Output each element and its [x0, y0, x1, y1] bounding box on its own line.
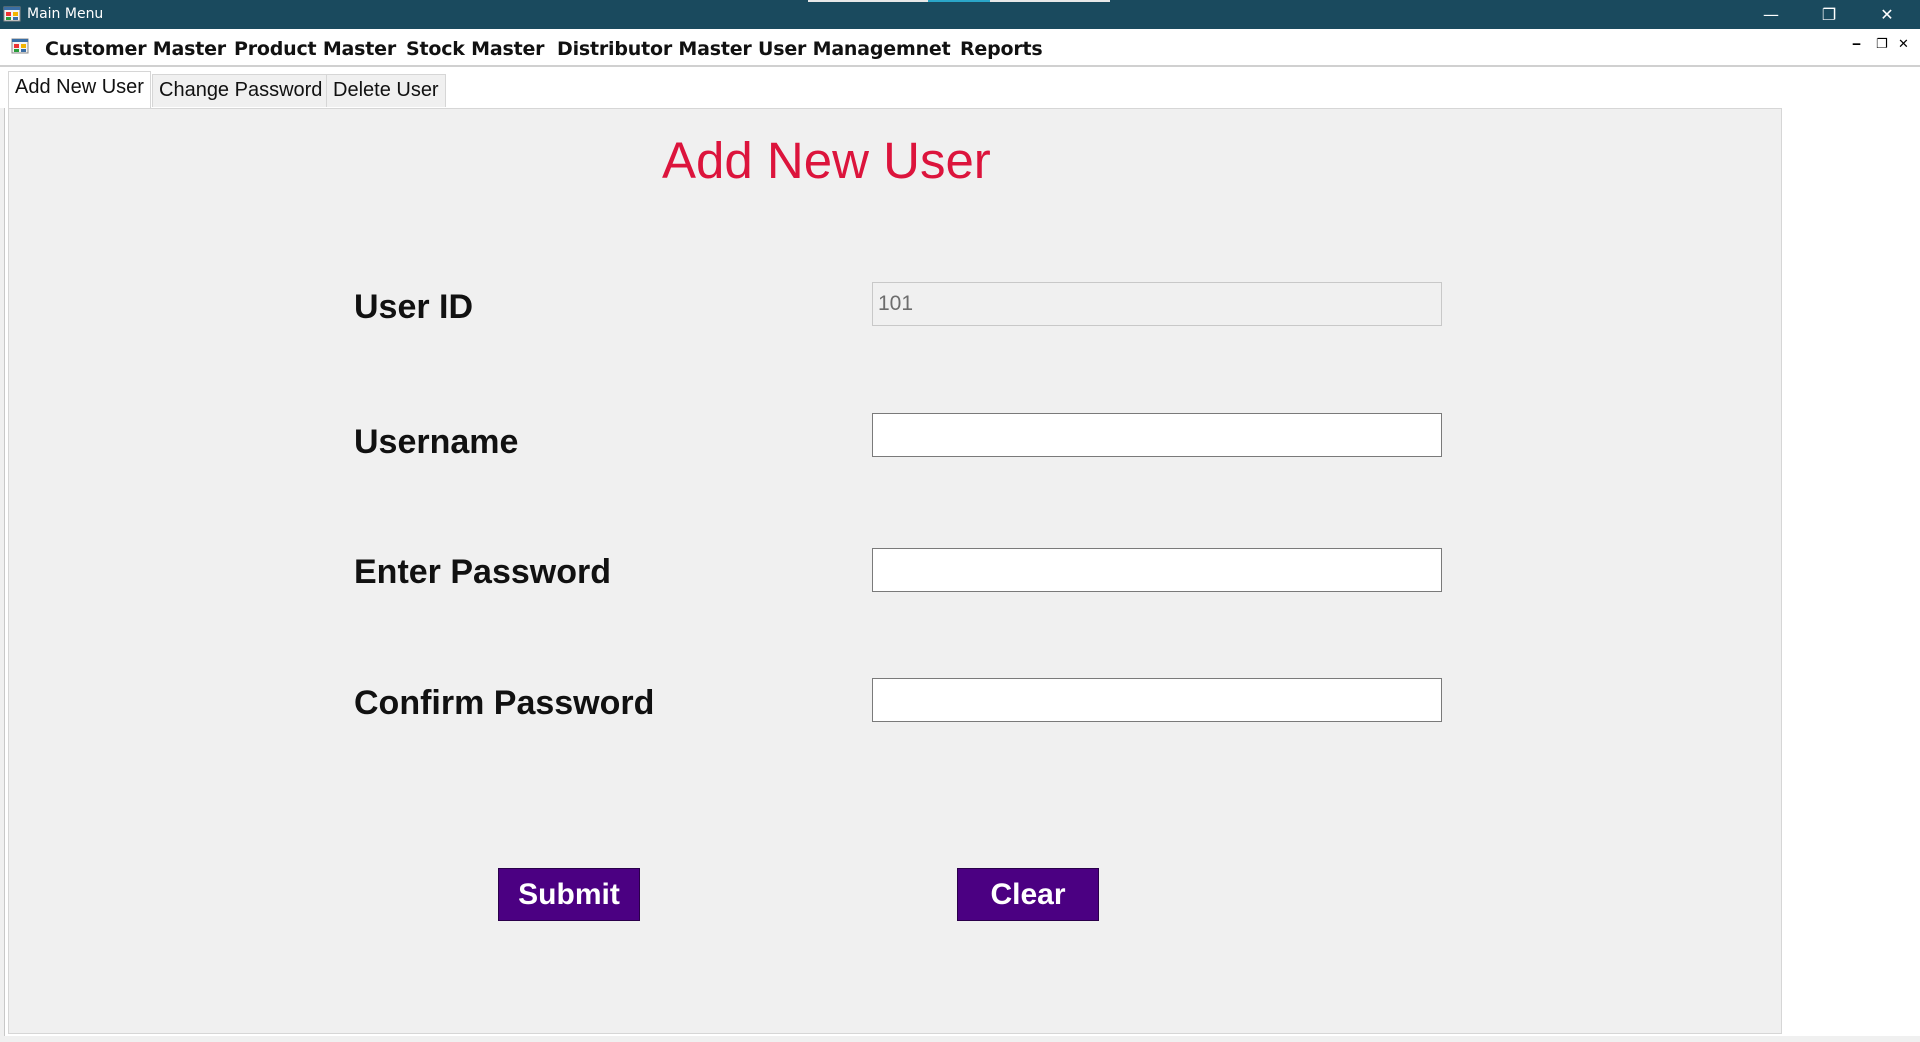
- clear-button[interactable]: Clear: [957, 868, 1099, 921]
- mdi-restore-button[interactable]: ❐: [1876, 37, 1888, 52]
- menu-item-user-management[interactable]: User Managemnet: [758, 38, 951, 60]
- menu-item-product-master[interactable]: Product Master: [234, 38, 396, 60]
- menu-item-distributor-master[interactable]: Distributor Master: [557, 38, 752, 60]
- enter-password-label: Enter Password: [354, 553, 611, 591]
- form-left-border: [0, 108, 5, 1042]
- mdi-close-button[interactable]: ✕: [1898, 37, 1909, 52]
- username-label: Username: [354, 423, 519, 461]
- user-id-label: User ID: [354, 288, 474, 326]
- submit-button[interactable]: Submit: [498, 868, 640, 921]
- window-maximize-button[interactable]: ❐: [1800, 0, 1858, 29]
- window-close-button[interactable]: ✕: [1858, 0, 1916, 29]
- menu-bar: Customer Master Product Master Stock Mas…: [0, 29, 1920, 67]
- enter-password-field[interactable]: [872, 548, 1442, 592]
- tab-change-password[interactable]: Change Password: [152, 74, 330, 107]
- app-window-icon: [3, 6, 21, 22]
- window-minimize-button[interactable]: —: [1742, 0, 1800, 29]
- confirm-password-field[interactable]: [872, 678, 1442, 722]
- confirm-password-label: Confirm Password: [354, 684, 655, 722]
- mdi-minimize-button[interactable]: ‒: [1852, 37, 1861, 52]
- user-id-field[interactable]: [872, 282, 1442, 326]
- title-bar: Main Menu — ❐ ✕: [0, 0, 1920, 29]
- menu-item-customer-master[interactable]: Customer Master: [45, 38, 226, 60]
- tab-add-new-user[interactable]: Add New User: [8, 71, 151, 108]
- titlebar-accent-highlight: [928, 0, 990, 2]
- mdi-form-icon: [11, 38, 29, 54]
- username-field[interactable]: [872, 413, 1442, 457]
- window-title: Main Menu: [27, 6, 104, 22]
- status-strip: [0, 1036, 1920, 1042]
- tab-delete-user[interactable]: Delete User: [326, 74, 446, 107]
- page-title: Add New User: [662, 132, 991, 189]
- menu-item-stock-master[interactable]: Stock Master: [406, 38, 545, 60]
- menu-item-reports[interactable]: Reports: [960, 38, 1043, 60]
